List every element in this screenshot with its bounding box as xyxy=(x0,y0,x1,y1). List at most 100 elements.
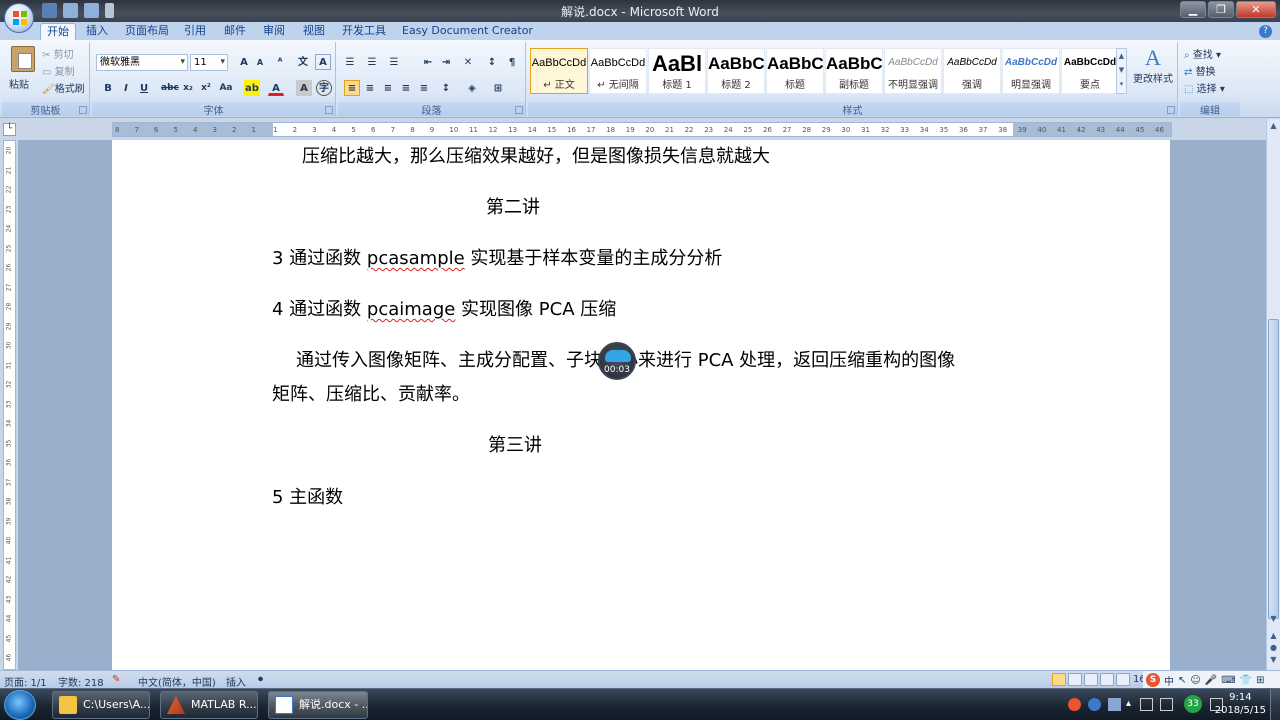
change-case-icon[interactable]: Aa xyxy=(218,80,234,96)
bold-icon[interactable]: B xyxy=(100,80,116,96)
ime-voice-icon[interactable]: 🎤 xyxy=(1205,675,1217,686)
vertical-ruler[interactable]: 20 21 22 23 24 25 26 27 28 29 30 31 32 33 34 35 36 37 38 39… xyxy=(3,140,16,670)
underline-icon[interactable]: U xyxy=(136,80,152,96)
show-desktop-button[interactable] xyxy=(1270,689,1280,720)
grow-font-icon[interactable]: A xyxy=(236,54,252,70)
doc-item-3[interactable]: 3 通过函数 pcasample 实现基于样本变量的主成分分析 xyxy=(272,244,722,270)
clipboard-launcher-icon[interactable] xyxy=(79,106,87,114)
sogou-tray-icon[interactable] xyxy=(1068,698,1081,711)
style-item[interactable]: AaBbCcDd 强调 xyxy=(943,48,1001,94)
tab-developer[interactable]: 开发工具 xyxy=(336,23,392,40)
doc-line-compression[interactable]: 压缩比越大，那么压缩效果越好，但是图像损失信息就越大 xyxy=(302,142,770,168)
word-count[interactable]: 字数: 218 xyxy=(58,674,104,689)
tray-icon-3[interactable] xyxy=(1108,698,1121,711)
recording-timer-badge[interactable]: 00:03 xyxy=(598,342,636,380)
paragraph-launcher-icon[interactable] xyxy=(515,106,523,114)
cut-button[interactable]: ✂ 剪切 xyxy=(42,46,74,61)
tab-insert[interactable]: 插入 xyxy=(80,23,114,40)
document-page[interactable] xyxy=(112,140,1170,670)
borders-icon[interactable]: ⊞ xyxy=(490,80,506,96)
copy-button[interactable]: ▭ 复制 xyxy=(42,63,75,78)
doc-heading-lecture-2[interactable]: 第二讲 xyxy=(486,193,540,219)
close-button[interactable]: ✕ xyxy=(1236,1,1276,18)
numbering-icon[interactable]: ☰ xyxy=(364,54,380,70)
ime-language[interactable]: 中 xyxy=(1164,673,1174,688)
maximize-button[interactable]: ❐ xyxy=(1208,1,1234,18)
doc-item-5[interactable]: 5 主函数 xyxy=(272,483,343,509)
scroll-up-icon[interactable]: ▲ xyxy=(1268,121,1279,133)
full-screen-reading-view-icon[interactable] xyxy=(1068,673,1082,686)
ime-keyboard-icon[interactable]: ⌨ xyxy=(1221,675,1235,686)
style-item[interactable]: AaBl 标题 1 xyxy=(648,48,706,94)
shading-icon[interactable]: ◈ xyxy=(464,80,480,96)
sogou-icon[interactable]: S xyxy=(1146,673,1160,687)
italic-icon[interactable]: I xyxy=(118,80,134,96)
ime-skin-icon[interactable]: 👕 xyxy=(1240,675,1252,686)
show-hidden-icons[interactable]: ▴ xyxy=(1126,698,1139,711)
select-button[interactable]: ⬚ 选择 ▾ xyxy=(1184,80,1225,95)
tab-stop-selector[interactable]: └ xyxy=(3,123,16,136)
align-center-icon[interactable]: ≡ xyxy=(362,80,378,96)
scroll-thumb[interactable] xyxy=(1268,319,1279,619)
start-button[interactable] xyxy=(4,690,36,720)
style-item[interactable]: AaBbCcDd 明显强调 xyxy=(1002,48,1060,94)
tab-easy-document-creator[interactable]: Easy Document Creator xyxy=(396,23,539,40)
style-item[interactable]: AaBbCcDd ↵ 无间隔 xyxy=(589,48,647,94)
char-border-icon[interactable]: A xyxy=(315,54,331,70)
style-item[interactable]: AaBbC 标题 xyxy=(766,48,824,94)
style-item[interactable]: AaBbCcDd ↵ 正文 xyxy=(530,48,588,94)
style-item[interactable]: AaBbC 标题 2 xyxy=(707,48,765,94)
sort-icon[interactable]: ↕ xyxy=(484,54,500,70)
char-shading-icon[interactable]: A xyxy=(296,80,312,96)
minimize-button[interactable]: ▁ xyxy=(1180,1,1206,18)
subscript-icon[interactable]: x₂ xyxy=(180,80,196,96)
proofing-icon[interactable]: ✎ xyxy=(112,674,120,685)
tray-badge[interactable]: 33 xyxy=(1184,695,1202,713)
taskbar-item-word[interactable]: 解说.docx - ... xyxy=(268,691,368,719)
tab-mailings[interactable]: 邮件 xyxy=(218,23,252,40)
increase-indent-icon[interactable]: ⇥ xyxy=(438,54,454,70)
phonetic-guide-icon[interactable]: 文 xyxy=(295,54,311,70)
doc-item-4[interactable]: 4 通过函数 pcaimage 实现图像 PCA 压缩 xyxy=(272,295,616,321)
vertical-scrollbar[interactable]: ▲ ▼ ▲ ● ▼ xyxy=(1266,119,1280,670)
phone-icon[interactable] xyxy=(1140,698,1153,711)
font-size-combo[interactable]: 11 xyxy=(190,54,228,71)
doc-heading-lecture-3[interactable]: 第三讲 xyxy=(488,431,542,457)
decrease-indent-icon[interactable]: ⇤ xyxy=(420,54,436,70)
change-styles-button[interactable]: A 更改样式 xyxy=(1130,46,1176,98)
ime-tools-icon[interactable]: ⊞ xyxy=(1256,675,1264,686)
ime-emoji-icon[interactable]: ☺ xyxy=(1190,675,1200,686)
style-item[interactable]: AaBbCcDd 不明显强调 xyxy=(884,48,942,94)
print-layout-view-icon[interactable] xyxy=(1052,673,1066,686)
ime-punctuation-icon[interactable]: ↖ xyxy=(1178,675,1186,686)
tab-home[interactable]: 开始 xyxy=(40,23,76,40)
clear-format-icon[interactable]: ᴬ xyxy=(272,54,288,70)
enclose-char-icon[interactable]: 字 xyxy=(316,80,332,96)
format-painter-button[interactable]: 🖌格式刷 xyxy=(42,80,85,95)
highlight-icon[interactable]: ab xyxy=(244,80,260,96)
shrink-font-icon[interactable]: A xyxy=(252,54,268,70)
style-item[interactable]: AaBbCcDd 要点 xyxy=(1061,48,1119,94)
help-tray-icon[interactable] xyxy=(1088,698,1101,711)
distribute-icon[interactable]: ≡ xyxy=(416,80,432,96)
font-name-combo[interactable]: 微软雅黑 xyxy=(96,54,188,71)
tab-review[interactable]: 审阅 xyxy=(257,23,291,40)
chinese-layout-icon[interactable]: ✕ xyxy=(460,54,476,70)
outline-view-icon[interactable] xyxy=(1100,673,1114,686)
find-button[interactable]: ⌕ 查找 ▾ xyxy=(1184,46,1221,61)
tab-view[interactable]: 视图 xyxy=(297,23,331,40)
next-page-icon[interactable]: ▼ xyxy=(1268,655,1279,667)
horizontal-ruler[interactable]: 8 7 6 5 4 3 2 1 1 2 3 4 5 6 7 8 9 10 11 12 13 14 15 16 17 18 19 20 2… xyxy=(112,122,1172,137)
select-browse-object-icon[interactable]: ● xyxy=(1268,643,1279,655)
multilevel-list-icon[interactable]: ☰ xyxy=(386,54,402,70)
styles-launcher-icon[interactable] xyxy=(1167,106,1175,114)
page-count[interactable]: 页面: 1/1 xyxy=(4,674,47,689)
taskbar-item-matlab[interactable]: MATLAB R... xyxy=(160,691,258,719)
tab-page-layout[interactable]: 页面布局 xyxy=(119,23,175,40)
office-button[interactable] xyxy=(4,3,34,33)
language-indicator[interactable]: 中文(简体，中国) xyxy=(138,674,216,689)
font-color-icon[interactable]: A xyxy=(268,80,284,96)
help-icon[interactable]: ? xyxy=(1259,25,1272,38)
justify-icon[interactable]: ≡ xyxy=(398,80,414,96)
insert-mode[interactable]: 插入 xyxy=(226,674,246,689)
